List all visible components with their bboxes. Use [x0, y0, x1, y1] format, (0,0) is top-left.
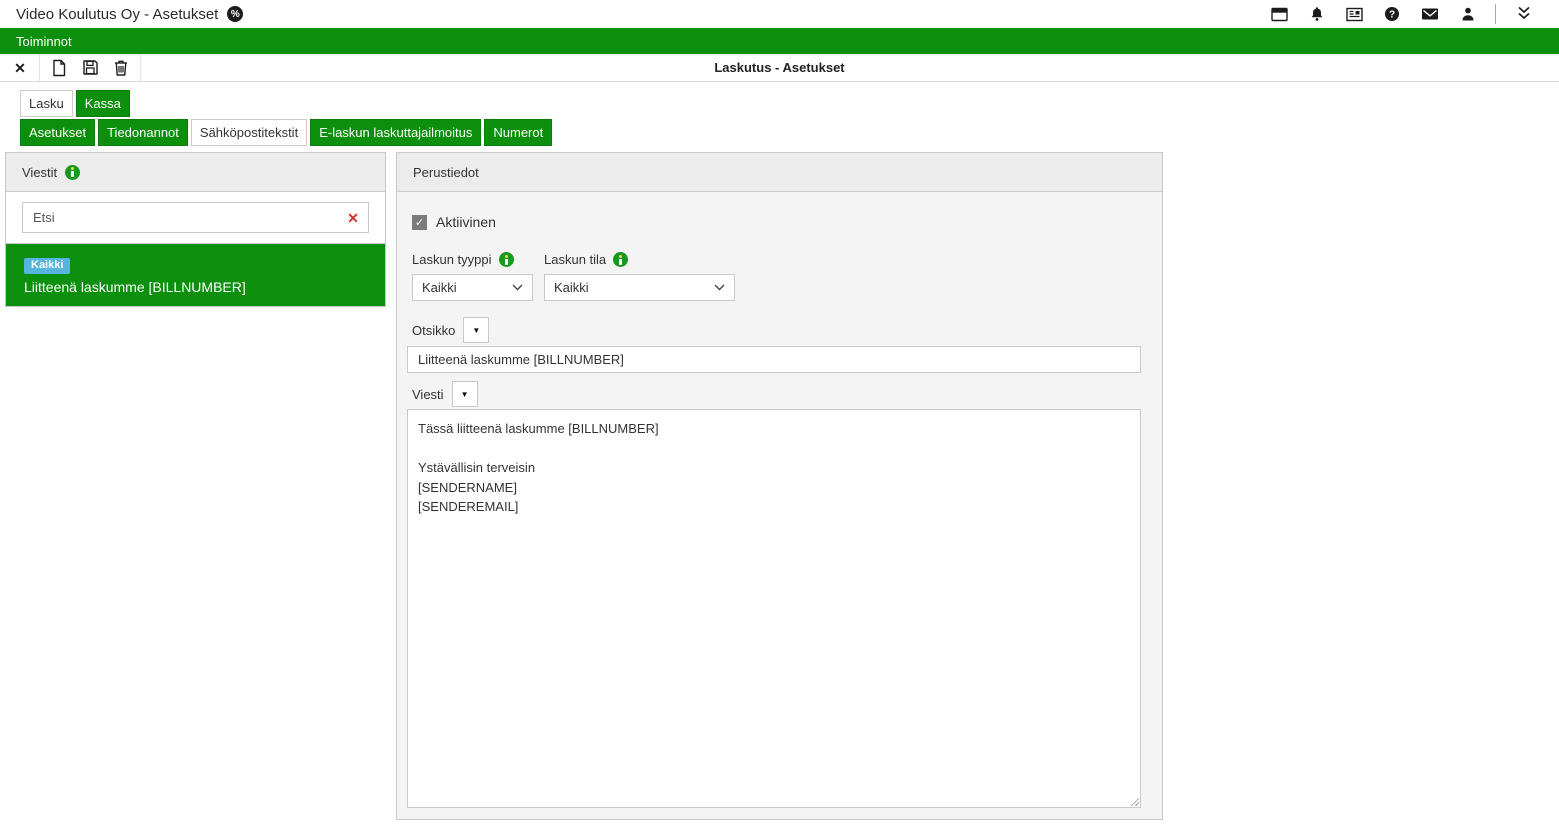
select-labels-row: Laskun tyyppi Laskun tila [412, 252, 1147, 267]
message-list: Kaikki Liitteenä laskumme [BILLNUMBER] [6, 244, 385, 306]
invoice-status-value: Kaikki [554, 280, 589, 295]
invoice-status-label-row: Laskun tila [544, 252, 628, 267]
details-panel-header: Perustiedot [397, 153, 1162, 192]
toolbar: ✕ Laskutus - Asetukset [0, 54, 1559, 82]
subject-label-row: Otsikko ▼ [412, 317, 1147, 343]
details-panel-title: Perustiedot [413, 165, 479, 180]
titlebar: Video Koulutus Oy - Asetukset % ? [0, 0, 1559, 28]
double-chevron-down-icon[interactable] [1515, 5, 1533, 24]
chevron-down-icon [714, 284, 725, 291]
delete-icon[interactable] [110, 57, 132, 79]
search-input[interactable] [23, 210, 338, 225]
tab-tiedonannot[interactable]: Tiedonannot [98, 119, 188, 146]
subject-input[interactable] [407, 346, 1141, 373]
help-icon[interactable]: ? [1384, 6, 1400, 22]
mail-icon[interactable] [1421, 7, 1439, 21]
toolbar-separator [140, 54, 141, 81]
app-title: Video Koulutus Oy - Asetukset [16, 6, 218, 23]
toolbar-separator [39, 54, 40, 81]
status-badge: Kaikki [24, 258, 70, 274]
svg-text:?: ? [1389, 10, 1395, 21]
search-section: ✕ [6, 192, 385, 244]
page-title: Laskutus - Asetukset [0, 60, 1559, 75]
invoice-status-select[interactable]: Kaikki [544, 274, 735, 301]
menubar: Toiminnot [0, 28, 1559, 54]
bell-icon[interactable] [1309, 6, 1325, 22]
tab-numerot[interactable]: Numerot [484, 119, 552, 146]
tabs-level2: Asetukset Tiedonannot Sähköpostitekstit … [20, 119, 1559, 146]
list-item-label: Liitteenä laskumme [BILLNUMBER] [24, 279, 367, 295]
details-panel-body: ✓ Aktiivinen Laskun tyyppi Laskun tila K… [397, 192, 1162, 821]
messages-panel-title: Viestit [22, 165, 57, 180]
message-textarea[interactable]: Tässä liitteenä laskumme [BILLNUMBER] Ys… [407, 409, 1141, 808]
invoice-type-label-row: Laskun tyyppi [412, 252, 544, 267]
invoice-type-select[interactable]: Kaikki [412, 274, 533, 301]
invoice-status-label: Laskun tila [544, 252, 606, 267]
info-icon[interactable] [499, 252, 514, 267]
info-icon[interactable] [65, 165, 80, 180]
tab-asetukset[interactable]: Asetukset [20, 119, 95, 146]
search-box: ✕ [22, 202, 369, 233]
chevron-down-icon [512, 284, 523, 291]
details-panel: Perustiedot ✓ Aktiivinen Laskun tyyppi L… [396, 152, 1163, 820]
active-checkbox[interactable]: ✓ [412, 215, 427, 230]
tabs-level1: Lasku Kassa [20, 90, 1559, 117]
titlebar-divider [1495, 4, 1496, 24]
selects-row: Kaikki Kaikki [412, 274, 1147, 301]
message-textarea-wrap: Tässä liitteenä laskumme [BILLNUMBER] Ys… [407, 409, 1141, 808]
subject-label: Otsikko [412, 323, 455, 338]
new-document-icon[interactable] [48, 57, 70, 79]
messages-panel-header: Viestit [6, 153, 385, 192]
active-checkbox-label: Aktiivinen [436, 214, 496, 230]
invoice-type-value: Kaikki [422, 280, 457, 295]
window-icon[interactable] [1271, 7, 1288, 22]
save-icon[interactable] [79, 57, 101, 79]
menu-toiminnot[interactable]: Toiminnot [16, 34, 72, 49]
message-dropdown-icon[interactable]: ▼ [452, 381, 478, 407]
info-icon[interactable] [613, 252, 628, 267]
titlebar-icons: ? [1271, 6, 1476, 22]
subject-dropdown-icon[interactable]: ▼ [463, 317, 489, 343]
message-label: Viesti [412, 387, 444, 402]
tab-lasku[interactable]: Lasku [20, 90, 73, 117]
user-icon[interactable] [1460, 6, 1476, 22]
active-checkbox-row: ✓ Aktiivinen [412, 214, 1147, 230]
invoice-type-label: Laskun tyyppi [412, 252, 492, 267]
message-label-row: Viesti ▼ [412, 381, 1147, 407]
close-icon[interactable]: ✕ [9, 57, 31, 79]
toolbar-group [48, 57, 132, 79]
tab-kassa[interactable]: Kassa [76, 90, 130, 117]
clear-search-icon[interactable]: ✕ [338, 210, 368, 226]
tab-sahkopostitekstit[interactable]: Sähköpostitekstit [191, 119, 307, 146]
percent-circle-icon[interactable]: % [227, 6, 243, 22]
messages-panel: Viestit ✕ Kaikki Liitteenä laskumme [BIL… [5, 152, 386, 307]
news-icon[interactable] [1346, 7, 1363, 22]
tab-elaskun-laskuttajailmoitus[interactable]: E-laskun laskuttajailmoitus [310, 119, 481, 146]
main-content: Viestit ✕ Kaikki Liitteenä laskumme [BIL… [0, 152, 1559, 820]
list-item[interactable]: Kaikki Liitteenä laskumme [BILLNUMBER] [6, 244, 385, 306]
